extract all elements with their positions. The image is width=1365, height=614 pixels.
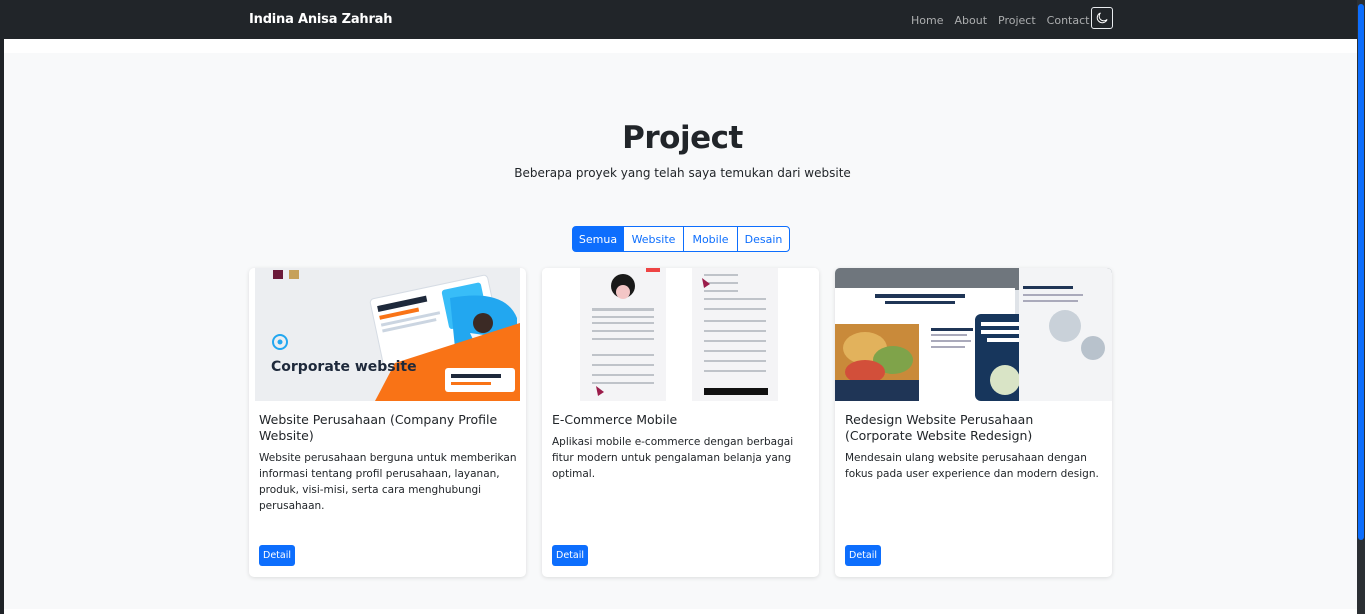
- project-card: Corporate website Website Perusahaan (Co…: [249, 268, 526, 577]
- detail-button[interactable]: Detail: [259, 545, 295, 566]
- nav-links: Home About Project Contact: [911, 14, 1100, 27]
- mobile-app-screens-illustration: [542, 268, 819, 401]
- card-image: Corporate website: [255, 268, 520, 401]
- nav-link-home[interactable]: Home: [911, 14, 943, 27]
- project-card: E-Commerce Mobile Aplikasi mobile e-comm…: [542, 268, 819, 577]
- main-top-band: [4, 39, 1357, 53]
- card-title: Redesign Website Perusahaan (Corporate W…: [845, 412, 1034, 443]
- theme-toggle-button[interactable]: [1091, 7, 1113, 29]
- card-title: E-Commerce Mobile: [552, 412, 678, 427]
- nav-link-contact[interactable]: Contact: [1047, 14, 1090, 27]
- scrollbar-thumb[interactable]: [1358, 4, 1364, 540]
- page-title: Project: [622, 120, 743, 156]
- filter-website-button[interactable]: Website: [623, 226, 684, 252]
- card-image: [835, 268, 1112, 401]
- card-text: Mendesain ulang website perusahaan denga…: [845, 452, 1099, 480]
- nav-link-project[interactable]: Project: [998, 14, 1036, 27]
- card-image: [542, 268, 819, 401]
- corporate-website-caption: Corporate website: [271, 359, 417, 375]
- detail-button[interactable]: Detail: [552, 545, 588, 566]
- nav-link-about[interactable]: About: [954, 14, 987, 27]
- corporate-website-illustration: Corporate website: [255, 268, 520, 401]
- scrollbar[interactable]: [1357, 0, 1365, 614]
- card-text: Aplikasi mobile e-commerce dengan berbag…: [552, 436, 794, 480]
- filter-group: Semua Website Mobile Desain: [572, 226, 790, 252]
- navbar-brand[interactable]: Indina Anisa Zahrah: [249, 12, 393, 27]
- moon-icon: [1096, 12, 1108, 24]
- filter-semua-button[interactable]: Semua: [572, 226, 624, 252]
- filter-desain-button[interactable]: Desain: [737, 226, 790, 252]
- detail-button[interactable]: Detail: [845, 545, 881, 566]
- card-text: Website perusahaan berguna untuk memberi…: [259, 452, 517, 512]
- card-title: Website Perusahaan (Company Profile Webs…: [259, 412, 498, 443]
- food-website-redesign-illustration: [835, 268, 1112, 401]
- navbar: Indina Anisa Zahrah Home About Project C…: [0, 0, 1357, 39]
- page-subtitle: Beberapa proyek yang telah saya temukan …: [514, 166, 851, 180]
- project-card: Redesign Website Perusahaan (Corporate W…: [835, 268, 1112, 577]
- main-bottom-band: [4, 609, 1357, 614]
- filter-mobile-button[interactable]: Mobile: [683, 226, 738, 252]
